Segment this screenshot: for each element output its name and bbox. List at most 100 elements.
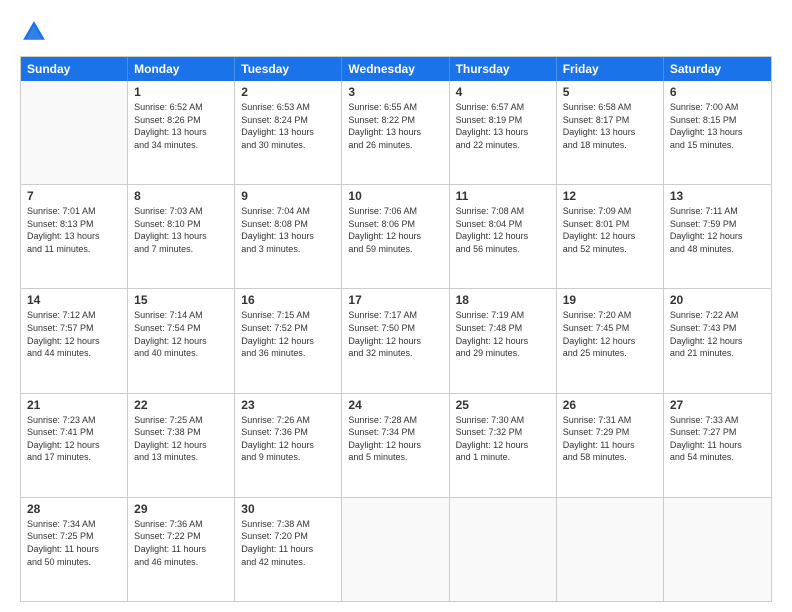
cell-info: Sunrise: 7:00 AM Sunset: 8:15 PM Dayligh… [670, 101, 765, 151]
calendar-cell: 19Sunrise: 7:20 AM Sunset: 7:45 PM Dayli… [557, 289, 664, 392]
calendar-cell: 29Sunrise: 7:36 AM Sunset: 7:22 PM Dayli… [128, 498, 235, 601]
day-number: 6 [670, 85, 765, 99]
day-number: 27 [670, 398, 765, 412]
cell-info: Sunrise: 7:08 AM Sunset: 8:04 PM Dayligh… [456, 205, 550, 255]
logo [20, 18, 52, 46]
calendar-row: 21 Sunrise: 7:23 AM Sunset: 7:41 PM Dayli… [21, 393, 771, 497]
calendar-cell: 22 Sunrise: 7:25 AM Sunset: 7:38 PM Dayli… [128, 394, 235, 497]
day-number: 23 [241, 398, 335, 412]
calendar-cell: 24Sunrise: 7:28 AM Sunset: 7:34 PM Dayli… [342, 394, 449, 497]
header-day-thursday: Thursday [450, 57, 557, 81]
cell-info: Sunrise: 7:38 AM Sunset: 7:20 PM Dayligh… [241, 518, 335, 568]
calendar-cell: 14 Sunrise: 7:12 AM Sunset: 7:57 PM Dayli… [21, 289, 128, 392]
calendar: SundayMondayTuesdayWednesdayThursdayFrid… [20, 56, 772, 602]
calendar-cell: 18 Sunrise: 7:19 AM Sunset: 7:48 PM Dayli… [450, 289, 557, 392]
calendar-cell: 4 Sunrise: 6:57 AM Sunset: 8:19 PM Daylig… [450, 81, 557, 184]
day-number: 18 [456, 293, 550, 307]
calendar-cell: 26 Sunrise: 7:31 AM Sunset: 7:29 PM Dayli… [557, 394, 664, 497]
day-number: 16 [241, 293, 335, 307]
day-number: 9 [241, 189, 335, 203]
cell-info: Sunrise: 7:22 AM Sunset: 7:43 PM Dayligh… [670, 309, 765, 359]
logo-icon [20, 18, 48, 46]
day-number: 21 [27, 398, 121, 412]
calendar-cell [557, 498, 664, 601]
day-number: 26 [563, 398, 657, 412]
calendar-header: SundayMondayTuesdayWednesdayThursdayFrid… [21, 57, 771, 81]
day-number: 11 [456, 189, 550, 203]
day-number: 2 [241, 85, 335, 99]
calendar-cell: 10 Sunrise: 7:06 AM Sunset: 8:06 PM Dayli… [342, 185, 449, 288]
cell-info: Sunrise: 7:26 AM Sunset: 7:36 PM Dayligh… [241, 414, 335, 464]
calendar-cell: 2 Sunrise: 6:53 AM Sunset: 8:24 PM Daylig… [235, 81, 342, 184]
header-day-saturday: Saturday [664, 57, 771, 81]
cell-info: Sunrise: 7:20 AM Sunset: 7:45 PM Dayligh… [563, 309, 657, 359]
day-number: 3 [348, 85, 442, 99]
calendar-cell: 1 Sunrise: 6:52 AM Sunset: 8:26 PM Daylig… [128, 81, 235, 184]
calendar-cell: 23 Sunrise: 7:26 AM Sunset: 7:36 PM Dayli… [235, 394, 342, 497]
cell-info: Sunrise: 7:17 AM Sunset: 7:50 PM Dayligh… [348, 309, 442, 359]
day-number: 15 [134, 293, 228, 307]
cell-info: Sunrise: 7:09 AM Sunset: 8:01 PM Dayligh… [563, 205, 657, 255]
cell-info: Sunrise: 7:14 AM Sunset: 7:54 PM Dayligh… [134, 309, 228, 359]
cell-info: Sunrise: 7:36 AM Sunset: 7:22 PM Dayligh… [134, 518, 228, 568]
header-day-friday: Friday [557, 57, 664, 81]
day-number: 24 [348, 398, 442, 412]
calendar-row: 28 Sunrise: 7:34 AM Sunset: 7:25 PM Dayli… [21, 497, 771, 601]
cell-info: Sunrise: 7:23 AM Sunset: 7:41 PM Dayligh… [27, 414, 121, 464]
day-number: 10 [348, 189, 442, 203]
cell-info: Sunrise: 7:01 AM Sunset: 8:13 PM Dayligh… [27, 205, 121, 255]
cell-info: Sunrise: 7:31 AM Sunset: 7:29 PM Dayligh… [563, 414, 657, 464]
cell-info: Sunrise: 7:11 AM Sunset: 7:59 PM Dayligh… [670, 205, 765, 255]
cell-info: Sunrise: 6:53 AM Sunset: 8:24 PM Dayligh… [241, 101, 335, 151]
cell-info: Sunrise: 7:30 AM Sunset: 7:32 PM Dayligh… [456, 414, 550, 464]
cell-info: Sunrise: 7:19 AM Sunset: 7:48 PM Dayligh… [456, 309, 550, 359]
day-number: 28 [27, 502, 121, 516]
header-day-tuesday: Tuesday [235, 57, 342, 81]
calendar-row: 7 Sunrise: 7:01 AM Sunset: 8:13 PM Daylig… [21, 184, 771, 288]
calendar-cell: 20 Sunrise: 7:22 AM Sunset: 7:43 PM Dayli… [664, 289, 771, 392]
day-number: 14 [27, 293, 121, 307]
day-number: 20 [670, 293, 765, 307]
cell-info: Sunrise: 6:58 AM Sunset: 8:17 PM Dayligh… [563, 101, 657, 151]
cell-info: Sunrise: 7:06 AM Sunset: 8:06 PM Dayligh… [348, 205, 442, 255]
cell-info: Sunrise: 6:52 AM Sunset: 8:26 PM Dayligh… [134, 101, 228, 151]
calendar-cell: 3Sunrise: 6:55 AM Sunset: 8:22 PM Daylig… [342, 81, 449, 184]
day-number: 8 [134, 189, 228, 203]
cell-info: Sunrise: 7:34 AM Sunset: 7:25 PM Dayligh… [27, 518, 121, 568]
cell-info: Sunrise: 7:03 AM Sunset: 8:10 PM Dayligh… [134, 205, 228, 255]
day-number: 7 [27, 189, 121, 203]
cell-info: Sunrise: 7:12 AM Sunset: 7:57 PM Dayligh… [27, 309, 121, 359]
calendar-cell: 5 Sunrise: 6:58 AM Sunset: 8:17 PM Daylig… [557, 81, 664, 184]
header-day-sunday: Sunday [21, 57, 128, 81]
day-number: 4 [456, 85, 550, 99]
calendar-cell: 25Sunrise: 7:30 AM Sunset: 7:32 PM Dayli… [450, 394, 557, 497]
calendar-cell: 6 Sunrise: 7:00 AM Sunset: 8:15 PM Daylig… [664, 81, 771, 184]
cell-info: Sunrise: 6:57 AM Sunset: 8:19 PM Dayligh… [456, 101, 550, 151]
page: SundayMondayTuesdayWednesdayThursdayFrid… [0, 0, 792, 612]
header [20, 18, 772, 46]
calendar-cell [21, 81, 128, 184]
day-number: 5 [563, 85, 657, 99]
calendar-cell: 27 Sunrise: 7:33 AM Sunset: 7:27 PM Dayli… [664, 394, 771, 497]
calendar-cell: 28 Sunrise: 7:34 AM Sunset: 7:25 PM Dayli… [21, 498, 128, 601]
day-number: 13 [670, 189, 765, 203]
cell-info: Sunrise: 7:15 AM Sunset: 7:52 PM Dayligh… [241, 309, 335, 359]
cell-info: Sunrise: 7:04 AM Sunset: 8:08 PM Dayligh… [241, 205, 335, 255]
calendar-cell: 15 Sunrise: 7:14 AM Sunset: 7:54 PM Dayli… [128, 289, 235, 392]
day-number: 1 [134, 85, 228, 99]
calendar-cell: 9 Sunrise: 7:04 AM Sunset: 8:08 PM Daylig… [235, 185, 342, 288]
day-number: 30 [241, 502, 335, 516]
calendar-cell: 7 Sunrise: 7:01 AM Sunset: 8:13 PM Daylig… [21, 185, 128, 288]
calendar-row: 14 Sunrise: 7:12 AM Sunset: 7:57 PM Dayli… [21, 288, 771, 392]
calendar-cell: 30 Sunrise: 7:38 AM Sunset: 7:20 PM Dayli… [235, 498, 342, 601]
header-day-wednesday: Wednesday [342, 57, 449, 81]
day-number: 17 [348, 293, 442, 307]
calendar-cell: 11 Sunrise: 7:08 AM Sunset: 8:04 PM Dayli… [450, 185, 557, 288]
calendar-cell [664, 498, 771, 601]
cell-info: Sunrise: 7:33 AM Sunset: 7:27 PM Dayligh… [670, 414, 765, 464]
day-number: 22 [134, 398, 228, 412]
calendar-cell [450, 498, 557, 601]
calendar-cell: 8 Sunrise: 7:03 AM Sunset: 8:10 PM Daylig… [128, 185, 235, 288]
calendar-cell: 21 Sunrise: 7:23 AM Sunset: 7:41 PM Dayli… [21, 394, 128, 497]
cell-info: Sunrise: 7:25 AM Sunset: 7:38 PM Dayligh… [134, 414, 228, 464]
